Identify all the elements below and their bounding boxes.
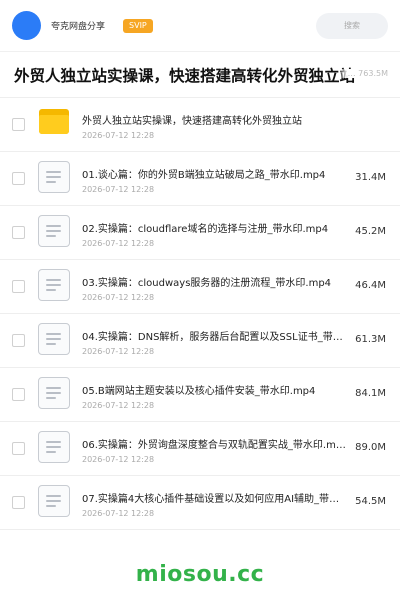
row-checkbox[interactable] xyxy=(12,388,25,401)
document-icon xyxy=(38,269,70,301)
file-name[interactable]: 04.实操篇：DNS解析，服务器后台配置以及SSL证书_带水印.mp4 xyxy=(82,328,348,343)
row-checkbox[interactable] xyxy=(12,280,25,293)
row-checkbox[interactable] xyxy=(12,226,25,239)
share-meta: … 763.5M xyxy=(337,69,388,78)
search-input[interactable]: 搜索 xyxy=(316,12,388,39)
folder-row[interactable]: 外贸人独立站实操课，快速搭建高转化外贸独立站 2026-07-12 12:28 xyxy=(0,98,400,152)
document-icon xyxy=(38,431,70,463)
document-icon xyxy=(38,485,70,517)
document-icon xyxy=(38,161,70,193)
file-date: 2026-07-12 12:28 xyxy=(82,185,155,194)
file-size: 45.2M xyxy=(355,226,386,237)
file-date: 2026-07-12 12:28 xyxy=(82,293,155,302)
file-size: 31.4M xyxy=(355,172,386,183)
file-name[interactable]: 01.谈心篇：你的外贸B端独立站破局之路_带水印.mp4 xyxy=(82,166,348,181)
document-icon xyxy=(38,323,70,355)
file-date: 2026-07-12 12:28 xyxy=(82,131,155,140)
file-name[interactable]: 06.实操篇：外贸询盘深度整合与双轨配置实战_带水印.mp4 xyxy=(82,436,348,451)
page-title: 外贸人独立站实操课，快速搭建高转化外贸独立站 xyxy=(14,66,356,85)
document-icon xyxy=(38,377,70,409)
file-name[interactable]: 外贸人独立站实操课，快速搭建高转化外贸独立站 xyxy=(82,112,348,127)
file-date: 2026-07-12 12:28 xyxy=(82,347,155,356)
svip-badge: SVIP xyxy=(123,18,153,33)
row-checkbox[interactable] xyxy=(12,172,25,185)
file-row[interactable]: 06.实操篇：外贸询盘深度整合与双轨配置实战_带水印.mp4 2026-07-12… xyxy=(0,422,400,476)
row-checkbox[interactable] xyxy=(12,496,25,509)
file-name[interactable]: 03.实操篇：cloudways服务器的注册流程_带水印.mp4 xyxy=(82,274,348,289)
file-row[interactable]: 03.实操篇：cloudways服务器的注册流程_带水印.mp4 2026-07-… xyxy=(0,260,400,314)
file-size: 89.0M xyxy=(355,442,386,453)
watermark: miosou.cc xyxy=(135,562,265,587)
file-date: 2026-07-12 12:28 xyxy=(82,509,155,518)
file-row[interactable]: 04.实操篇：DNS解析，服务器后台配置以及SSL证书_带水印.mp4 2026-… xyxy=(0,314,400,368)
file-date: 2026-07-12 12:28 xyxy=(82,239,155,248)
row-checkbox[interactable] xyxy=(12,118,25,131)
avatar[interactable] xyxy=(12,11,41,40)
top-bar: 夸克网盘分享 SVIP 搜索 xyxy=(0,0,400,52)
document-icon xyxy=(38,215,70,247)
file-name[interactable]: 05.B端网站主题安装以及核心插件安装_带水印.mp4 xyxy=(82,382,348,397)
file-row[interactable]: 05.B端网站主题安装以及核心插件安装_带水印.mp4 2026-07-12 12… xyxy=(0,368,400,422)
file-name[interactable]: 07.实操篇4大核心插件基础设置以及如何应用AI辅助_带水印.mp4 xyxy=(82,490,348,505)
row-checkbox[interactable] xyxy=(12,442,25,455)
file-name[interactable]: 02.实操篇：cloudflare域名的选择与注册_带水印.mp4 xyxy=(82,220,348,235)
file-size: 61.3M xyxy=(355,334,386,345)
file-row[interactable]: 01.谈心篇：你的外贸B端独立站破局之路_带水印.mp4 2026-07-12 1… xyxy=(0,152,400,206)
file-size: 54.5M xyxy=(355,496,386,507)
file-date: 2026-07-12 12:28 xyxy=(82,455,155,464)
file-row[interactable]: 07.实操篇4大核心插件基础设置以及如何应用AI辅助_带水印.mp4 2026-0… xyxy=(0,476,400,530)
folder-icon xyxy=(39,109,69,134)
file-size: 46.4M xyxy=(355,280,386,291)
file-date: 2026-07-12 12:28 xyxy=(82,401,155,410)
site-name: 夸克网盘分享 xyxy=(51,22,106,32)
title-row: 外贸人独立站实操课，快速搭建高转化外贸独立站 … 763.5M xyxy=(0,52,400,98)
file-row[interactable]: 02.实操篇：cloudflare域名的选择与注册_带水印.mp4 2026-07… xyxy=(0,206,400,260)
row-checkbox[interactable] xyxy=(12,334,25,347)
file-size: 84.1M xyxy=(355,388,386,399)
file-list: 外贸人独立站实操课，快速搭建高转化外贸独立站 2026-07-12 12:28 01… xyxy=(0,98,400,530)
